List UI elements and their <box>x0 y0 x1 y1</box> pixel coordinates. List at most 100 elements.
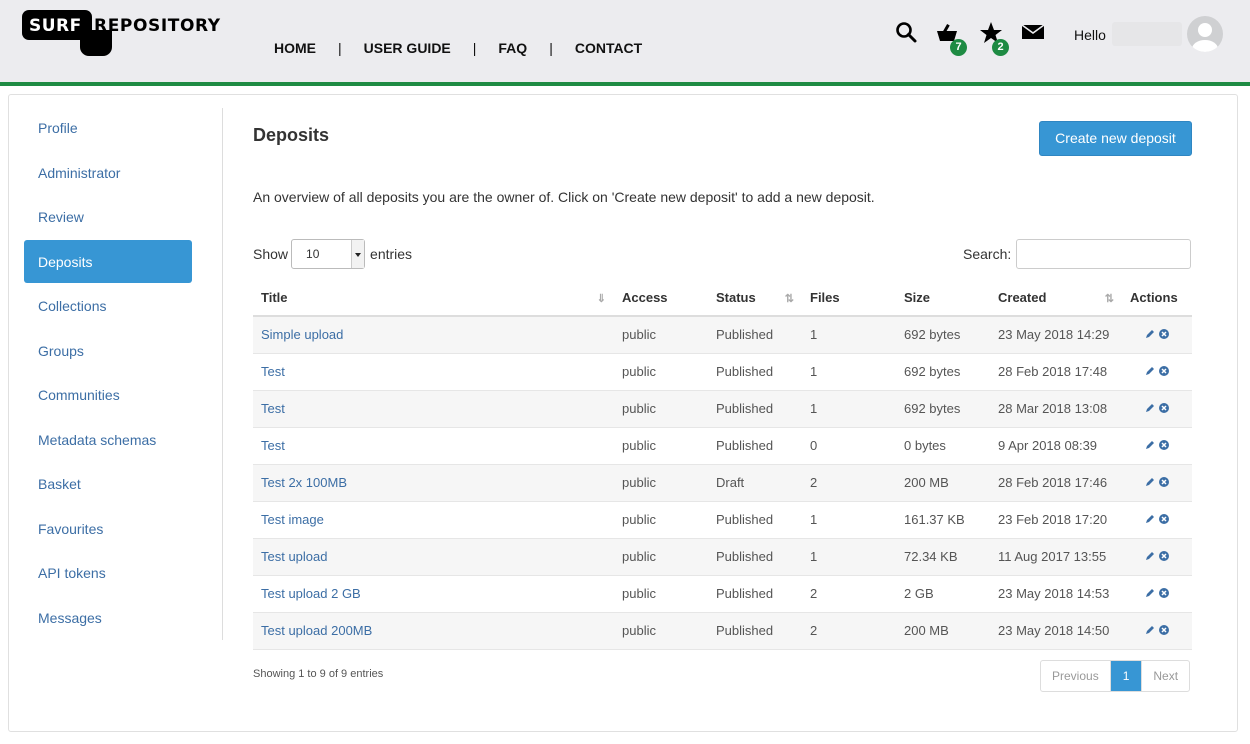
cell-access: public <box>614 390 708 428</box>
col-created[interactable]: Created ⇅ <box>990 280 1122 317</box>
sidebar-item-communities[interactable]: Communities <box>24 373 192 416</box>
cell-created: 23 May 2018 14:53 <box>990 575 1122 613</box>
avatar[interactable] <box>1187 16 1223 52</box>
sidebar-item-favourites[interactable]: Favourites <box>24 507 192 550</box>
deposit-title-link[interactable]: Test <box>261 438 285 453</box>
page-size-select[interactable]: 10 <box>291 239 366 269</box>
cell-actions <box>1122 427 1192 465</box>
cell-created: 23 May 2018 14:50 <box>990 612 1122 650</box>
delete-icon[interactable] <box>1158 512 1169 527</box>
sidebar-item-deposits[interactable]: Deposits <box>24 239 192 283</box>
edit-icon[interactable] <box>1145 401 1155 416</box>
cell-access: public <box>614 464 708 502</box>
show-label: Show <box>253 246 289 262</box>
deposit-title-link[interactable]: Test <box>261 364 285 379</box>
mail-icon[interactable] <box>1020 20 1046 46</box>
deposit-title-link[interactable]: Test image <box>261 512 324 527</box>
edit-icon[interactable] <box>1145 623 1155 638</box>
table-row: Test upload 200MB public Published 2 200 MB 2… <box>253 612 1192 650</box>
edit-icon[interactable] <box>1145 475 1155 490</box>
deposit-title-link[interactable]: Test upload <box>261 549 328 564</box>
sidebar-item-api-tokens[interactable]: API tokens <box>24 551 192 594</box>
cell-created: 23 May 2018 14:29 <box>990 316 1122 354</box>
cell-status: Published <box>708 538 802 576</box>
sidebar-item-messages[interactable]: Messages <box>24 596 192 639</box>
edit-icon[interactable] <box>1145 327 1155 342</box>
table-row: Test public Published 1 692 bytes 28 Mar 2018… <box>253 390 1192 428</box>
sidebar-item-basket[interactable]: Basket <box>24 462 192 505</box>
edit-icon[interactable] <box>1145 512 1155 527</box>
cell-title: Test upload <box>253 538 614 576</box>
deposit-title-link[interactable]: Simple upload <box>261 327 343 342</box>
nav-separator: | <box>549 40 553 56</box>
col-title[interactable]: Title ⇓ <box>253 280 614 317</box>
deposit-title-link[interactable]: Test upload 2 GB <box>261 586 361 601</box>
deposit-title-link[interactable]: Test upload 200MB <box>261 623 372 638</box>
edit-icon[interactable] <box>1145 586 1155 601</box>
col-access: Access <box>614 280 708 317</box>
table-header-row: Title ⇓ Access Status ⇅ Files Size Created… <box>253 280 1192 317</box>
edit-icon[interactable] <box>1145 549 1155 564</box>
create-new-deposit-button[interactable]: Create new deposit <box>1039 121 1192 156</box>
table-row: Test public Published 1 692 bytes 28 Feb 2018… <box>253 353 1192 391</box>
edit-icon[interactable] <box>1145 364 1155 379</box>
col-status[interactable]: Status ⇅ <box>708 280 802 317</box>
delete-icon[interactable] <box>1158 586 1169 601</box>
deposit-title-link[interactable]: Test 2x 100MB <box>261 475 347 490</box>
cell-size: 161.37 KB <box>896 501 990 539</box>
cell-access: public <box>614 316 708 354</box>
cell-files: 1 <box>802 501 896 539</box>
delete-icon[interactable] <box>1158 438 1169 453</box>
table-row: Test upload public Published 1 72.34 KB 11 Au… <box>253 538 1192 576</box>
pager-previous[interactable]: Previous <box>1041 661 1111 691</box>
table-row: Test public Published 0 0 bytes 9 Apr 2018 08… <box>253 427 1192 465</box>
nav-separator: | <box>338 40 342 56</box>
delete-icon[interactable] <box>1158 623 1169 638</box>
delete-icon[interactable] <box>1158 327 1169 342</box>
delete-icon[interactable] <box>1158 401 1169 416</box>
cell-size: 692 bytes <box>896 316 990 354</box>
sidebar-item-profile[interactable]: Profile <box>24 106 192 149</box>
nav-user-guide[interactable]: USER GUIDE <box>364 40 451 56</box>
nav-separator: | <box>472 40 477 56</box>
deposit-title-link[interactable]: Test <box>261 401 285 416</box>
cell-access: public <box>614 538 708 576</box>
pager-next[interactable]: Next <box>1142 661 1189 691</box>
cell-files: 2 <box>802 612 896 650</box>
table-search: Search: <box>963 239 1192 269</box>
sidebar-item-groups[interactable]: Groups <box>24 329 192 372</box>
favourites-count-badge: 2 <box>992 39 1009 56</box>
table-row: Simple upload public Published 1 692 bytes 23… <box>253 316 1192 354</box>
cell-actions <box>1122 353 1192 391</box>
cell-access: public <box>614 427 708 465</box>
sidebar-item-administrator[interactable]: Administrator <box>24 151 192 194</box>
sidebar-item-metadata-schemas[interactable]: Metadata schemas <box>24 418 192 461</box>
nav-faq[interactable]: FAQ <box>498 40 527 56</box>
sidebar-item-review[interactable]: Review <box>24 195 192 238</box>
cell-size: 2 GB <box>896 575 990 613</box>
cell-status: Published <box>708 427 802 465</box>
delete-icon[interactable] <box>1158 549 1169 564</box>
edit-icon[interactable] <box>1145 438 1155 453</box>
nav-contact[interactable]: CONTACT <box>575 40 642 56</box>
cell-created: 28 Feb 2018 17:46 <box>990 464 1122 502</box>
table-row: Test image public Published 1 161.37 KB 23 Fe… <box>253 501 1192 539</box>
col-status-label: Status <box>716 290 756 305</box>
cell-size: 200 MB <box>896 464 990 502</box>
cell-files: 1 <box>802 538 896 576</box>
col-files: Files <box>802 280 896 317</box>
nav-home[interactable]: HOME <box>274 40 316 56</box>
table-row: Test 2x 100MB public Draft 2 200 MB 28 Feb 20… <box>253 464 1192 502</box>
search-icon[interactable] <box>894 20 920 46</box>
sidebar-item-collections[interactable]: Collections <box>24 284 192 327</box>
username-redacted <box>1112 22 1182 46</box>
delete-icon[interactable] <box>1158 475 1169 490</box>
entries-label: entries <box>370 246 413 262</box>
cell-size: 200 MB <box>896 612 990 650</box>
basket-count-badge: 7 <box>950 39 967 56</box>
cell-actions <box>1122 464 1192 502</box>
delete-icon[interactable] <box>1158 364 1169 379</box>
pager-page-1[interactable]: 1 <box>1110 661 1143 691</box>
cell-files: 1 <box>802 390 896 428</box>
search-input[interactable] <box>1016 239 1192 269</box>
